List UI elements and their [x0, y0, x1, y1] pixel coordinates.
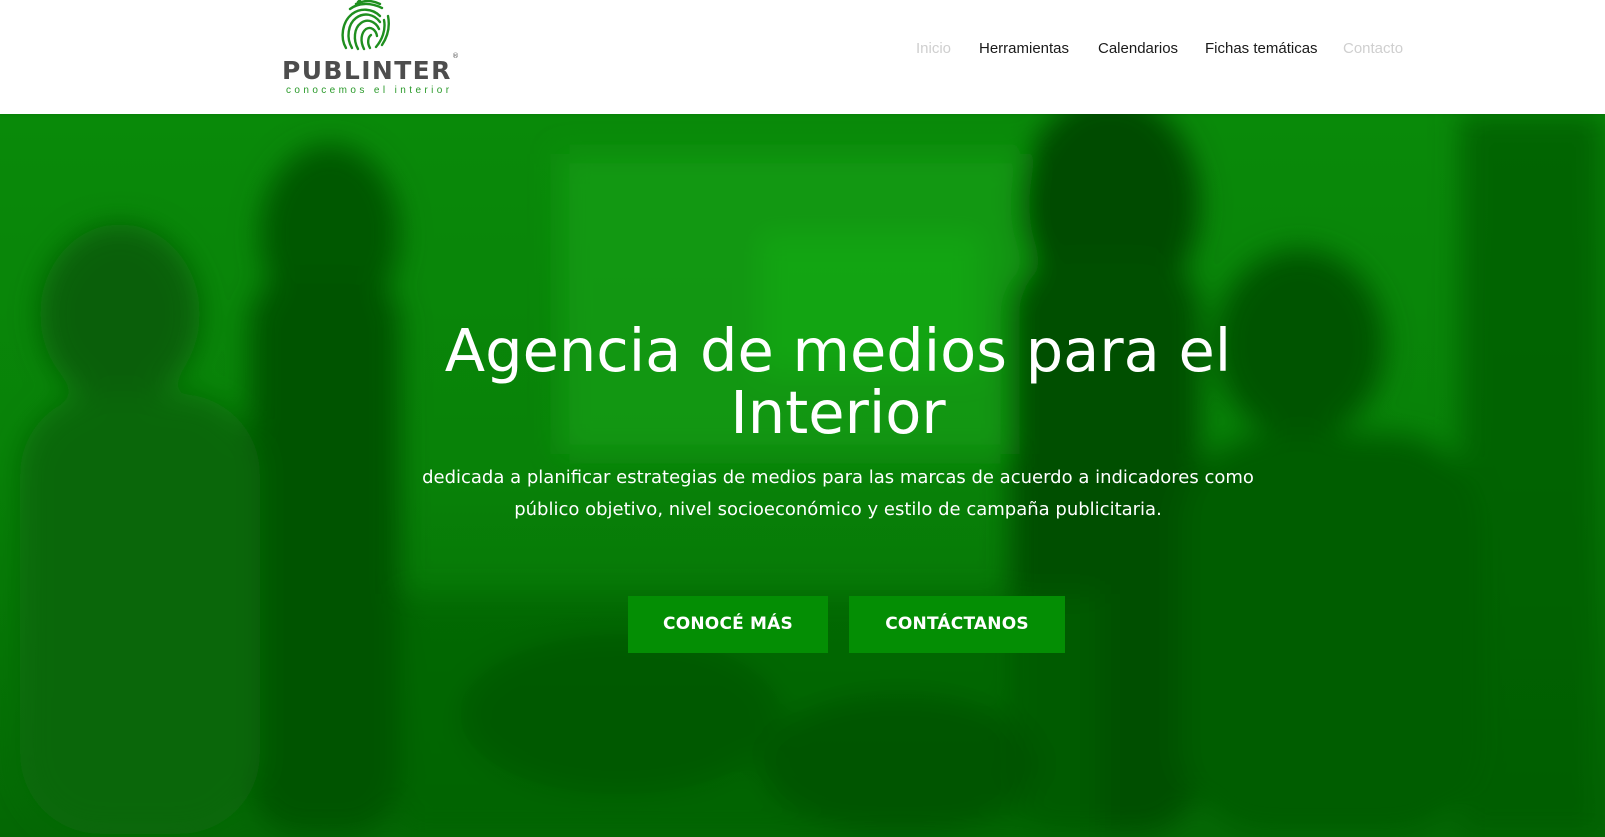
brand-tagline: conocemos el interior	[286, 85, 453, 96]
hero-title-line-2: Interior	[730, 378, 946, 447]
nav-item-inicio[interactable]: Inicio	[916, 38, 951, 60]
site-header: PUBLINTER ® conocemos el interior Inicio…	[0, 0, 1605, 114]
hero-section: Agencia de medios para el Interior dedic…	[0, 114, 1605, 837]
hero-subtitle-line-1: dedicada a planificar estrategias de med…	[422, 467, 1254, 488]
contactanos-button[interactable]: CONTÁCTANOS	[849, 596, 1065, 653]
nav-item-fichas-tematicas[interactable]: Fichas temáticas	[1205, 38, 1318, 60]
nav-item-calendarios[interactable]: Calendarios	[1098, 38, 1178, 60]
hero-title-line-1: Agencia de medios para el	[444, 316, 1232, 385]
hero-subtitle: dedicada a planificar estrategias de med…	[412, 462, 1264, 526]
nav-item-contacto[interactable]: Contacto	[1343, 38, 1403, 60]
hero-content: Agencia de medios para el Interior dedic…	[0, 114, 1605, 837]
hero-subtitle-line-2: público objetivo, nivel socioeconómico y…	[514, 499, 1162, 520]
hero-title: Agencia de medios para el Interior	[402, 320, 1274, 444]
main-nav: Inicio Herramientas Calendarios Fichas t…	[0, 38, 1605, 60]
nav-item-herramientas[interactable]: Herramientas	[979, 38, 1069, 60]
brand-name: PUBLINTER	[282, 56, 452, 85]
conoce-mas-button[interactable]: CONOCÉ MÁS	[628, 596, 828, 653]
